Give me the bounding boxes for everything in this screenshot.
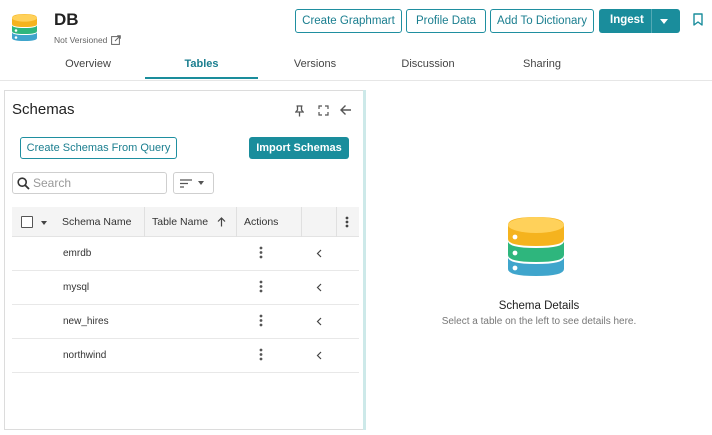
row-actions-icon[interactable] [259,348,263,361]
select-all-checkbox[interactable] [21,216,33,228]
tab-versions[interactable]: Versions [270,58,360,78]
row-actions-icon[interactable] [259,246,263,259]
chevron-left-icon[interactable] [316,317,322,326]
row-actions-icon[interactable] [259,314,263,327]
column-divider [301,207,302,237]
table-header: Schema Name Table Name Actions [12,207,359,237]
database-icon [12,14,37,41]
column-divider [336,207,337,237]
tab-discussion[interactable]: Discussion [383,58,473,78]
column-divider [236,207,237,237]
page-title: DB [54,10,79,29]
column-menu-icon[interactable] [345,216,349,228]
column-header-actions: Actions [244,216,279,228]
active-tab-indicator [145,77,258,79]
expand-icon[interactable] [318,105,329,116]
select-all-dropdown-icon[interactable] [41,221,47,225]
import-schemas-button[interactable]: Import Schemas [249,137,349,159]
schemas-panel: Schemas Create Schemas From Query Import… [4,90,365,430]
database-stack-icon [508,217,564,276]
create-schemas-from-query-button[interactable]: Create Schemas From Query [20,137,177,159]
column-header-schema-name[interactable]: Schema Name [62,207,131,237]
search-icon [17,176,30,190]
search-input[interactable] [33,176,158,190]
sort-filter-button[interactable] [173,172,214,194]
table-row[interactable]: mysql [12,271,359,305]
pin-icon[interactable] [295,105,304,117]
tab-tables[interactable]: Tables [145,58,258,78]
tab-sharing[interactable]: Sharing [497,58,587,78]
schema-name-cell: mysql [63,282,90,293]
ingest-dropdown-icon[interactable] [660,19,668,24]
schema-details-title: Schema Details [498,300,580,312]
search-box [12,172,167,194]
ingest-divider [651,9,652,33]
collapse-arrow-icon[interactable] [339,104,352,116]
table-row[interactable]: northwind [12,339,359,373]
ingest-label: Ingest [610,14,644,26]
table-row[interactable]: emrdb [12,237,359,271]
chevron-left-icon[interactable] [316,351,322,360]
sort-ascending-icon[interactable] [217,217,226,227]
bookmark-icon[interactable] [693,13,703,26]
column-header-table-name[interactable]: Table Name [152,207,208,237]
create-graphmart-button[interactable]: Create Graphmart [295,9,402,33]
page-header: DB Not Versioned Create Graphmart Profil… [0,0,712,80]
tab-overview[interactable]: Overview [45,58,131,78]
schemas-panel-title: Schemas [12,101,75,118]
row-actions-icon[interactable] [259,280,263,293]
schema-details-hint: Select a table on the left to see detail… [441,316,637,327]
table-row[interactable]: new_hires [12,305,359,339]
chevron-left-icon[interactable] [316,249,322,258]
ingest-button[interactable]: Ingest [599,9,680,33]
sort-dropdown-icon [198,181,204,185]
chevron-left-icon[interactable] [316,283,322,292]
panel-resize-handle[interactable] [363,90,366,430]
sort-icon [180,178,192,188]
add-to-dictionary-button[interactable]: Add To Dictionary [490,9,594,33]
header-divider [0,80,712,81]
external-link-icon[interactable] [111,35,122,45]
schema-name-cell: northwind [63,350,107,361]
schema-name-cell: emrdb [63,248,92,259]
version-status: Not Versioned [54,35,122,45]
version-status-label: Not Versioned [54,35,108,45]
profile-data-button[interactable]: Profile Data [406,9,486,33]
column-divider [144,207,145,237]
schema-name-cell: new_hires [63,316,109,327]
